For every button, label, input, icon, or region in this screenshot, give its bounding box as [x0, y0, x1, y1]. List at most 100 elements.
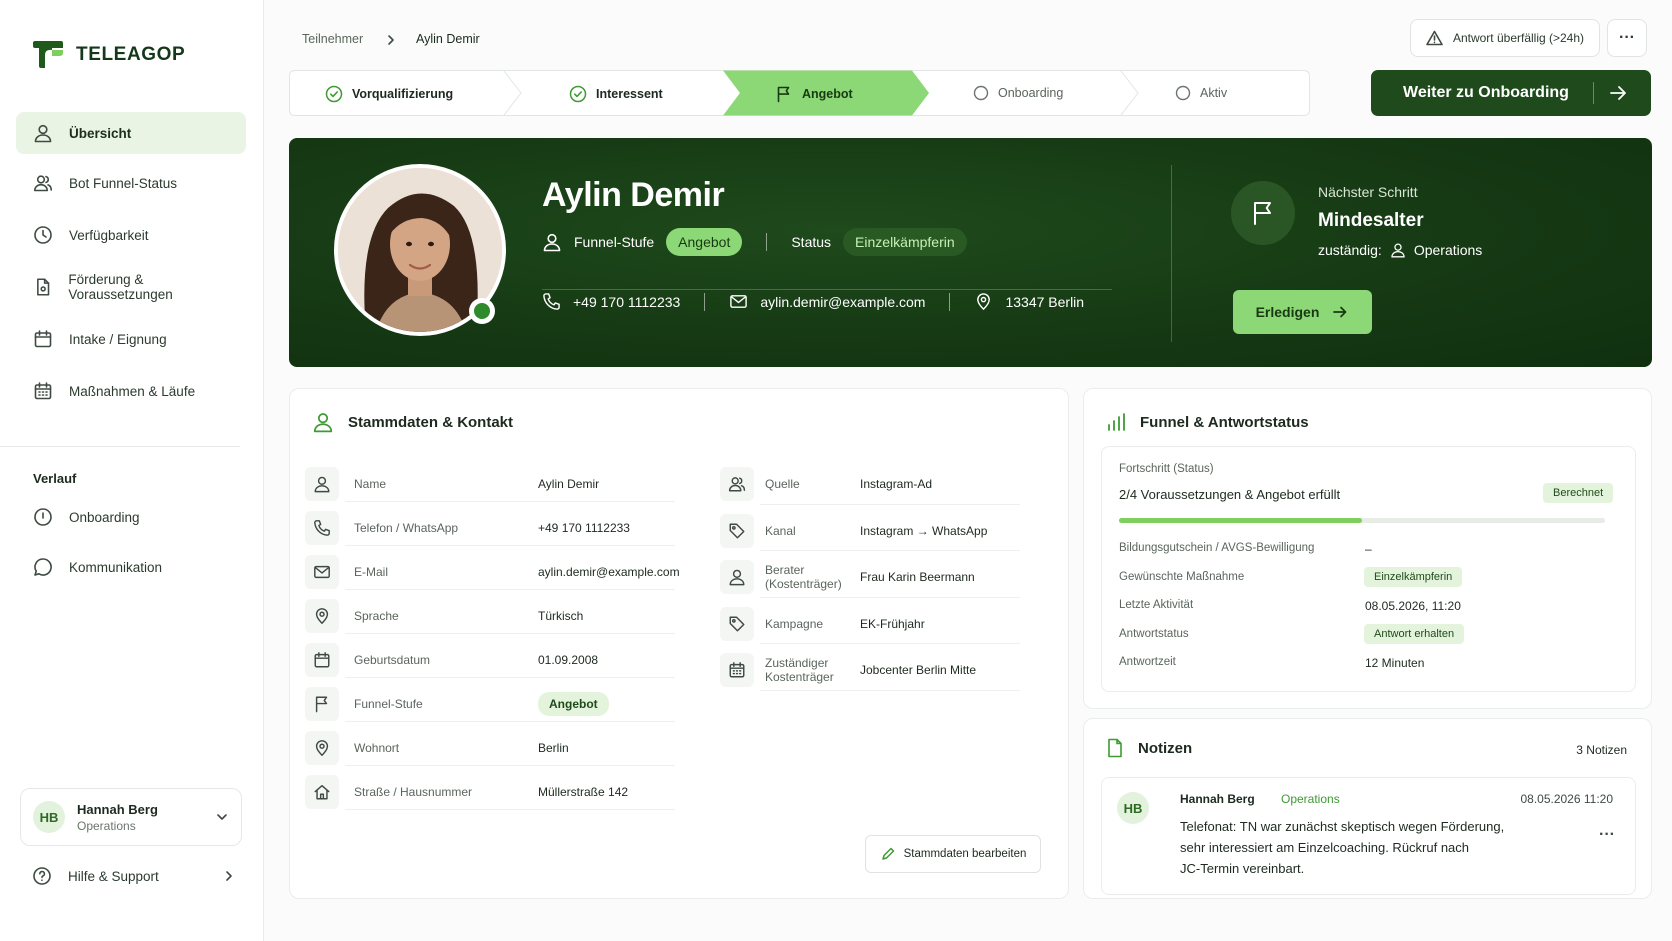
step-onboarding[interactable]: Onboarding [973, 85, 1063, 101]
user-role: Operations [77, 818, 136, 833]
field-row: Berater (Kostenträger) Frau Karin Beerman… [720, 554, 1020, 600]
field-row: Name Aylin Demir [305, 461, 675, 507]
user-name: Hannah Berg [77, 801, 158, 817]
users-icon [728, 477, 746, 492]
brand-logo-icon [33, 41, 63, 68]
nav-label: Onboarding [69, 509, 140, 525]
field-icon-box [305, 555, 339, 589]
card-title: Notizen [1138, 739, 1193, 757]
field-value: Angebot [538, 692, 609, 716]
responsible-value: Operations [1413, 242, 1483, 258]
note-more-button[interactable]: ··· [1599, 826, 1615, 844]
user-card[interactable]: HB Hannah Berg Operations [20, 788, 242, 846]
field-icon-box [305, 687, 339, 721]
nav-item-uebersicht[interactable]: Übersicht [16, 112, 246, 154]
user-icon [729, 569, 745, 586]
step-interessent[interactable]: Interessent [569, 85, 663, 103]
nav-label: Bot Funnel-Status [69, 175, 178, 191]
more-options-button[interactable]: ··· [1607, 19, 1647, 57]
flag-icon [1254, 202, 1271, 225]
edit-button-label: Stammdaten bearbeiten [903, 848, 1027, 860]
field-label: Straße / Hausnummer [354, 785, 473, 799]
field-icon-box [305, 775, 339, 809]
users-icon [34, 175, 52, 192]
field-label: Quelle [765, 477, 800, 491]
field-value: Türkisch [538, 609, 584, 623]
field-icon-box [720, 513, 754, 548]
field-label: Geburtsdatum [354, 653, 431, 667]
nav-item-foerderung[interactable]: Förderung & Voraussetzungen [16, 266, 246, 308]
field-icon-box [305, 599, 339, 633]
progress-track [1119, 518, 1605, 523]
edit-master-data-button[interactable]: Stammdaten bearbeiten [865, 835, 1041, 873]
nav-item-bot-funnel-status[interactable]: Bot Funnel-Status [16, 162, 246, 204]
field-value: Jobcenter Berlin Mitte [860, 663, 977, 677]
field-value: Aylin Demir [538, 477, 600, 491]
note-item[interactable]: HB Hannah Berg Operations 08.05.2026 11:… [1101, 777, 1636, 895]
done-button-label: Erledigen [1255, 304, 1320, 320]
hero-email[interactable]: aylin.demir@example.com [760, 294, 925, 310]
home-icon [314, 784, 330, 800]
check-circle-icon [569, 85, 587, 103]
field-row: Kampagne EK-Frühjahr [720, 601, 1020, 647]
nav-item-massnahmen[interactable]: Maßnahmen & Läufe [16, 370, 246, 412]
field-value: EK-Frühjahr [860, 616, 925, 631]
overdue-warning-button[interactable]: Antwort überfällig (>24h) [1410, 19, 1600, 57]
button-divider [1593, 82, 1594, 104]
arrow-right-icon [1333, 306, 1347, 318]
hero-phone[interactable]: +49 170 1112233 [573, 294, 680, 310]
help-support-link[interactable]: Hilfe & Support [20, 855, 242, 897]
funnel-row-label: Letzte Aktivität [1119, 599, 1194, 612]
note-author: Hannah Berg [1180, 792, 1255, 806]
note-line: Telefonat: TN war zunächst skeptisch weg… [1180, 819, 1505, 834]
check-circle-icon [325, 85, 343, 103]
field-icon-box [720, 560, 754, 594]
next-step-label: Nächster Schritt [1318, 184, 1418, 200]
field-row: Quelle Instagram-Ad [720, 461, 1020, 507]
calendar-icon [314, 652, 330, 668]
nav-item-kommunikation[interactable]: Kommunikation [16, 546, 246, 588]
next-step-title: Mindesalter [1318, 210, 1424, 231]
funnel-rows: Bildungsgutschein / AVGS-Bewilligung – Gew… [1102, 542, 1637, 692]
funnel-row-tag: Antwort erhalten [1364, 623, 1465, 644]
nav-label: Verfügbarkeit [69, 227, 149, 243]
field-label: Berater (Kostenträger) [765, 563, 842, 591]
status-badge: Einzelkämpferin [843, 228, 967, 256]
next-onboarding-button[interactable]: Weiter zu Onboarding [1371, 70, 1651, 116]
user-icon [34, 124, 52, 143]
row-divider [345, 721, 675, 722]
breadcrumb-parent[interactable]: Teilnehmer [302, 32, 363, 46]
field-row: Geburtsdatum 01.09.2008 [305, 637, 675, 683]
funnel-row-label: Antwortzeit [1119, 656, 1176, 669]
step-label: Vorqualifizierung [352, 87, 454, 101]
field-row: Telefon / WhatsApp +49 170 1112233 [305, 505, 675, 551]
field-value: aylin.demir@example.com [538, 565, 680, 579]
circle-icon [1175, 85, 1191, 101]
master-right-column: Quelle Instagram-Ad Kanal Instagram → Whats… [720, 461, 1040, 761]
row-divider [345, 589, 675, 590]
nav-item-onboarding[interactable]: Onboarding [16, 496, 246, 538]
funnel-label: Funnel-Stufe [574, 234, 655, 250]
step-angebot[interactable]: Angebot [775, 85, 853, 103]
chevron-down-icon [217, 814, 227, 820]
chevron-right-icon [388, 35, 394, 45]
step-aktiv[interactable]: Aktiv [1175, 85, 1227, 101]
nav-item-intake[interactable]: Intake / Eignung [16, 318, 246, 360]
nav-item-verfuegbarkeit[interactable]: Verfügbarkeit [16, 214, 246, 256]
step-vorqualifizierung[interactable]: Vorqualifizierung [325, 85, 453, 103]
brand-logo[interactable]: TELEAGOP [32, 40, 185, 70]
tag-icon [729, 616, 745, 631]
field-row: Kanal Instagram → WhatsApp [720, 508, 1020, 554]
master-data-header: Stammdaten & Kontakt [312, 411, 513, 433]
mail-icon [314, 565, 330, 579]
complete-step-button[interactable]: Erledigen [1233, 290, 1372, 334]
notes-card: Notizen 3 Notizen HB Hannah Berg Operati… [1083, 718, 1652, 899]
step-label: Aktiv [1200, 86, 1228, 100]
field-value: +49 170 1112233 [538, 521, 630, 535]
hero-vertical-divider [1171, 165, 1172, 342]
field-row: Wohnort Berlin [305, 725, 675, 771]
nav-label: Maßnahmen & Läufe [69, 383, 196, 399]
chat-icon [34, 558, 52, 576]
help-label: Hilfe & Support [68, 868, 159, 884]
field-row: Straße / Hausnummer Müllerstraße 142 [305, 769, 675, 815]
